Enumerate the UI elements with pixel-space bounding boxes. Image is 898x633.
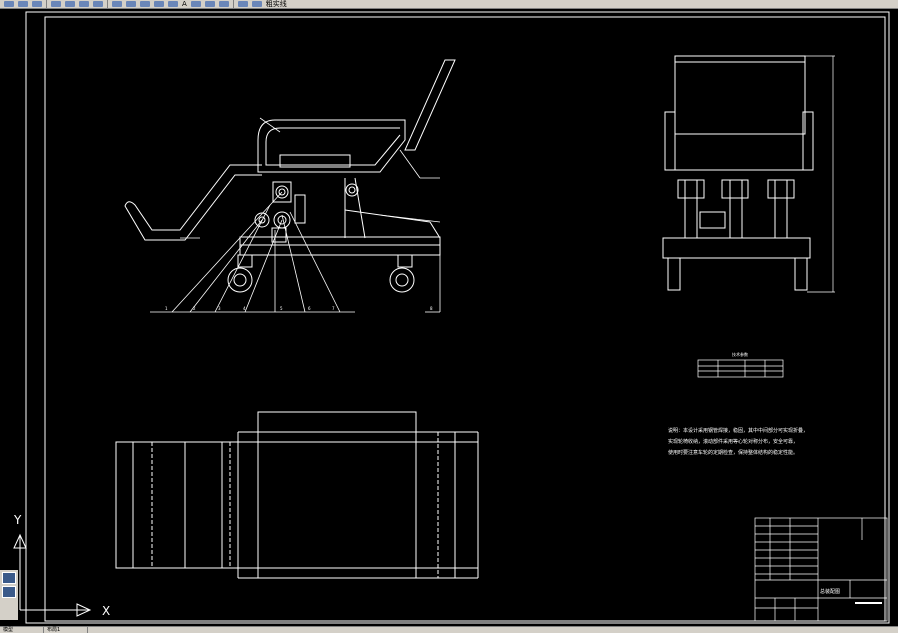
top-view-seat (257, 411, 417, 579)
left-caster-front (667, 257, 681, 291)
seat-frame-inner (265, 127, 401, 166)
lift-column-right (774, 179, 788, 239)
top-view-body (115, 441, 479, 569)
callout-label: 2 (193, 306, 196, 311)
top-view (115, 411, 479, 579)
hinge-block (294, 194, 306, 224)
callout-label: 8 (430, 306, 433, 311)
callout-label: 1 (165, 306, 168, 311)
note-line: 说明：本设计采用钢管焊接，稳固，其中中间部分可实现折叠， (668, 427, 808, 434)
palette-window-icon[interactable] (2, 586, 16, 598)
title-block: 总装配图 (754, 517, 888, 622)
pivot-joint (345, 183, 359, 197)
close-palette-icon[interactable] (2, 572, 16, 584)
rear-caster-bracket (397, 254, 413, 268)
tab-model[interactable]: 模型 (0, 627, 44, 633)
rear-caster-hub (395, 273, 409, 287)
left-armrest (664, 111, 676, 171)
table-caption: 技术参数 (732, 351, 748, 357)
sheet-outer-border (25, 11, 890, 624)
hinge-mid (721, 179, 749, 199)
seat-front (674, 133, 804, 171)
base-platform (239, 236, 441, 256)
motor-front (699, 211, 726, 229)
base-front (662, 237, 811, 259)
note-line: 实现轮椅收纳，滚动部件采用等心轮对称分布，安全可靠， (668, 438, 798, 445)
lift-column-mid (729, 179, 743, 239)
pivot-joint-inner (348, 186, 356, 194)
backrest-front (674, 55, 806, 135)
drawing-canvas[interactable]: 1 2 3 4 5 6 7 8 技术参数 说明：本设计采用钢管焊接，稳固，其中中… (0, 0, 898, 632)
sheet-inner-border (44, 16, 886, 622)
callout-label: 5 (280, 306, 283, 311)
support-strut (354, 177, 366, 239)
ucs-x-label: X (102, 604, 110, 618)
callout-label: 7 (332, 306, 335, 311)
lift-column-left (684, 179, 698, 239)
ucs-icon: Y X (13, 513, 110, 618)
tab-layout1[interactable]: 布局1 (44, 627, 88, 633)
side-view: 1 2 3 4 5 6 7 8 (124, 59, 456, 313)
callout-label: 3 (218, 306, 221, 311)
support-bar (429, 221, 441, 239)
drawing-title: 总装配图 (820, 588, 840, 595)
front-view (662, 55, 835, 293)
hinge-right (767, 179, 795, 199)
front-caster-bracket (237, 254, 253, 268)
properties-palette (0, 570, 18, 620)
front-leg-tube (124, 164, 262, 241)
callout-label: 6 (308, 306, 311, 311)
note-line: 使用时要注意车轮的定期检查，保持整体结构的稳定性能。 (668, 449, 798, 456)
ucs-y-label: Y (13, 513, 22, 527)
hinge-left (677, 179, 705, 199)
front-caster-hub (233, 273, 247, 287)
parameter-table: 技术参数 (697, 351, 784, 378)
rear-caster-wheel (389, 267, 415, 293)
right-caster-front (794, 257, 808, 291)
backrest (404, 59, 456, 151)
